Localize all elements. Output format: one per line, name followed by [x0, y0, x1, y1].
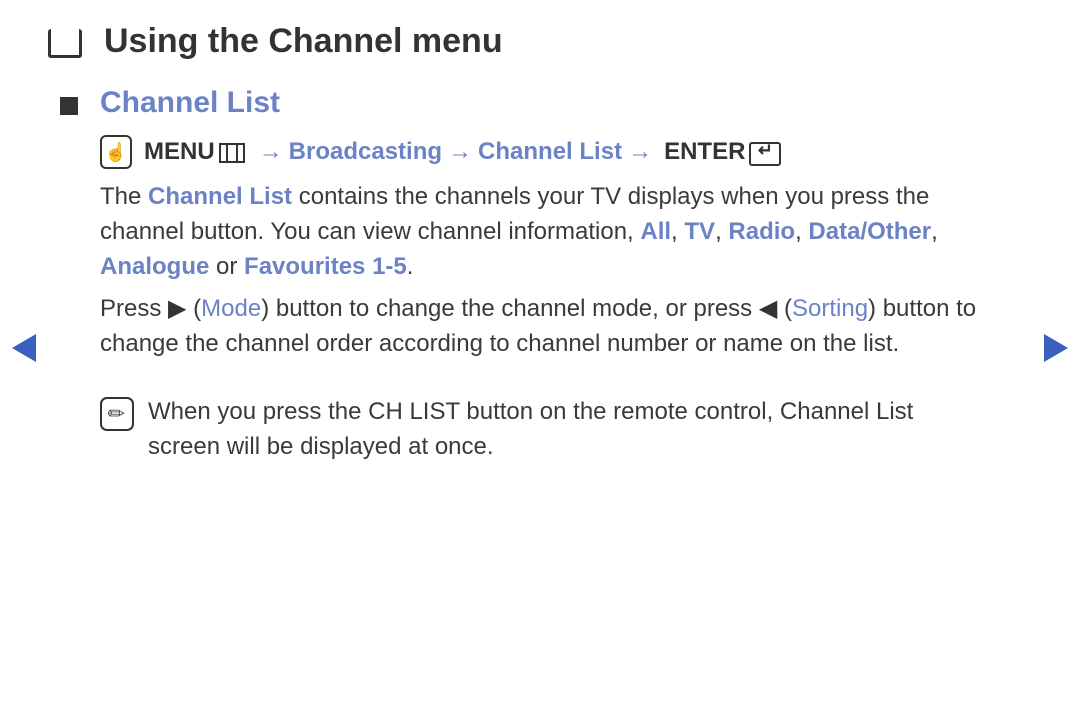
term-all: All [640, 218, 671, 245]
term-channel-list: Channel List [780, 398, 913, 425]
manual-page: Using the Channel menu Channel List ☝ ME… [0, 0, 1080, 705]
menu-path: ☝ MENU → Broadcasting → Channel List → E… [100, 135, 781, 169]
enter-key-icon [749, 142, 781, 166]
path-segment: Channel List [478, 138, 622, 166]
path-arrow-icon: → [259, 138, 283, 166]
term-ch-list-button: CH LIST [368, 398, 460, 425]
page-title-text: Using the Channel menu [104, 22, 503, 61]
path-arrow-icon: → [628, 138, 652, 166]
path-arrow-icon: → [448, 138, 472, 166]
note-text: When you press the CH LIST button on the… [148, 395, 980, 465]
page-title: Using the Channel menu [48, 22, 503, 61]
term-data-other: Data/Other [808, 218, 931, 245]
right-triangle-icon: ▶ [168, 295, 186, 322]
note-icon: ✎ [100, 397, 134, 431]
menu-label: MENU [144, 138, 215, 166]
term-analogue: Analogue [100, 253, 209, 280]
next-page-button[interactable] [1044, 334, 1068, 362]
left-triangle-icon: ◀ [759, 295, 777, 322]
paragraph-1: The Channel List contains the channels y… [100, 180, 980, 284]
term-channel-list: Channel List [148, 183, 292, 210]
section-heading-text: Channel List [100, 86, 280, 120]
term-radio: Radio [728, 218, 795, 245]
note: ✎ When you press the CH LIST button on t… [100, 395, 980, 465]
term-sorting: Sorting [792, 295, 868, 322]
bookmark-icon [48, 29, 82, 58]
menu-grid-icon [219, 143, 245, 163]
hand-icon: ☝ [100, 135, 132, 169]
term-tv: TV [684, 218, 715, 245]
section-heading: Channel List [60, 86, 280, 120]
term-mode: Mode [201, 295, 261, 322]
enter-label: ENTER [664, 138, 745, 166]
prev-page-button[interactable] [12, 334, 36, 362]
paragraph-2: Press ▶ (Mode) button to change the chan… [100, 292, 980, 362]
square-bullet-icon [60, 97, 78, 115]
body-text: The Channel List contains the channels y… [100, 180, 980, 370]
term-favourites: Favourites 1-5 [244, 253, 407, 280]
path-segment: Broadcasting [289, 138, 442, 166]
